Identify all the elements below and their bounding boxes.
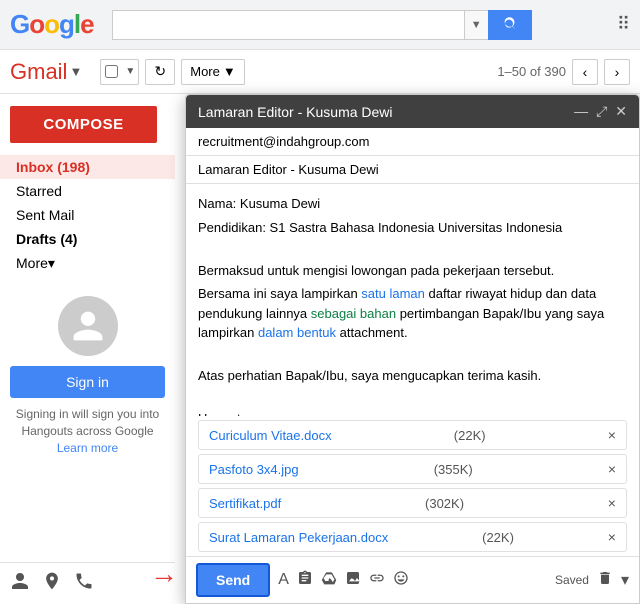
attachment-item-2: Pasfoto 3x4.jpg (355K) × xyxy=(198,454,627,484)
clipboard-icon[interactable] xyxy=(297,570,313,591)
more-button[interactable]: More ▼ xyxy=(181,59,245,85)
checkbox-dropdown[interactable]: ▼ xyxy=(100,59,139,85)
search-icon xyxy=(502,17,518,33)
learn-more-link[interactable]: Learn more xyxy=(57,441,118,455)
body-line1: Nama: Kusuma Dewi xyxy=(198,194,627,214)
more-options-icon[interactable]: ▾ xyxy=(621,570,629,590)
link2: sebagai bahan xyxy=(311,306,396,321)
attachment-name-3[interactable]: Sertifikat.pdf xyxy=(209,496,281,511)
gmail-label: Gmail ▼ xyxy=(10,59,82,85)
google-logo: Google xyxy=(10,9,94,40)
more-label: More xyxy=(190,64,220,79)
link-icon[interactable] xyxy=(369,570,385,591)
red-arrow: → xyxy=(150,558,178,590)
sent-label: Sent Mail xyxy=(16,207,74,223)
person-silhouette-icon xyxy=(70,308,106,344)
attachment-name-4[interactable]: Surat Lamaran Pekerjaan.docx xyxy=(209,530,388,545)
person-icon[interactable] xyxy=(10,571,30,596)
more-arrow-icon: ▼ xyxy=(223,64,236,79)
body-line2: Pendidikan: S1 Sastra Bahasa Indonesia U… xyxy=(198,218,627,238)
minimize-icon[interactable]: — xyxy=(574,103,588,120)
body-line9: Hormat saya, xyxy=(198,409,627,416)
attachment-item-4: Surat Lamaran Pekerjaan.docx (22K) × xyxy=(198,522,627,552)
starred-label: Starred xyxy=(16,183,62,199)
search-input[interactable] xyxy=(112,10,464,40)
phone-icon[interactable] xyxy=(74,571,94,596)
refresh-button[interactable]: ↻ xyxy=(145,59,175,85)
link3: dalam bentuk xyxy=(258,325,336,340)
compose-subject-field[interactable]: Lamaran Editor - Kusuma Dewi xyxy=(186,156,639,184)
attachment-size-4: (22K) xyxy=(482,530,514,545)
sidebar: COMPOSE Inbox (198) Starred Sent Mail Dr… xyxy=(0,94,175,604)
location-icon[interactable] xyxy=(42,571,62,596)
compose-popup: Lamaran Editor - Kusuma Dewi — ⤢ ✕ recru… xyxy=(185,94,640,604)
attachment-remove-3[interactable]: × xyxy=(608,495,616,511)
more-label: More▾ xyxy=(16,255,55,272)
link1: satu laman xyxy=(361,286,425,301)
compose-body[interactable]: Nama: Kusuma Dewi Pendidikan: S1 Sastra … xyxy=(186,184,639,416)
google-bar: Google ▼ ⠿ xyxy=(0,0,640,50)
attachment-size-2: (355K) xyxy=(434,462,473,477)
prev-page-button[interactable]: ‹ xyxy=(572,59,598,85)
saved-text: Saved xyxy=(555,573,589,587)
sign-in-description: Signing in will sign you intoHangouts ac… xyxy=(10,406,165,440)
pagination-text: 1–50 of 390 xyxy=(497,64,566,79)
compose-subject-value: Lamaran Editor - Kusuma Dewi xyxy=(198,162,379,177)
search-dropdown-button[interactable]: ▼ xyxy=(464,10,488,40)
gmail-text: Gmail xyxy=(10,59,67,85)
body-line7: Atas perhatian Bapak/Ibu, saya mengucapk… xyxy=(198,366,627,386)
next-page-button[interactable]: › xyxy=(604,59,630,85)
attachment-remove-4[interactable]: × xyxy=(608,529,616,545)
expand-icon[interactable]: ⤢ xyxy=(596,103,607,120)
avatar xyxy=(58,296,118,356)
checkbox-dropdown-arrow: ▼ xyxy=(122,66,138,77)
gmail-dropdown-arrow: ▼ xyxy=(69,64,82,79)
compose-window-title: Lamaran Editor - Kusuma Dewi xyxy=(198,104,393,120)
grid-icon[interactable]: ⠿ xyxy=(617,14,630,35)
sign-in-button[interactable]: Sign in xyxy=(10,366,165,398)
photo-icon[interactable] xyxy=(345,570,361,591)
sidebar-item-drafts[interactable]: Drafts (4) xyxy=(0,227,175,251)
body-line4: Bermaksud untuk mengisi lowongan pada pe… xyxy=(198,261,627,281)
attachment-remove-2[interactable]: × xyxy=(608,461,616,477)
format-text-icon[interactable]: A xyxy=(278,571,289,589)
main-content: COMPOSE Inbox (198) Starred Sent Mail Dr… xyxy=(0,94,640,604)
body-line5: Bersama ini saya lampirkan satu laman da… xyxy=(198,284,627,343)
attachment-name-1[interactable]: Curiculum Vitae.docx xyxy=(209,428,332,443)
attachment-remove-1[interactable]: × xyxy=(608,427,616,443)
attachments-list: Curiculum Vitae.docx (22K) × Pasfoto 3x4… xyxy=(186,416,639,556)
compose-header[interactable]: Lamaran Editor - Kusuma Dewi — ⤢ ✕ xyxy=(186,95,639,128)
compose-header-icons: — ⤢ ✕ xyxy=(574,103,627,120)
select-all-checkbox[interactable] xyxy=(105,65,118,78)
compose-footer: Send A Saved ▾ xyxy=(186,556,639,603)
attachment-size-3: (302K) xyxy=(425,496,464,511)
gmail-toolbar: Gmail ▼ ▼ ↻ More ▼ 1–50 of 390 ‹ › xyxy=(0,50,640,94)
pagination-info: 1–50 of 390 ‹ › xyxy=(497,59,630,85)
attachment-size-1: (22K) xyxy=(454,428,486,443)
attachment-item-1: Curiculum Vitae.docx (22K) × xyxy=(198,420,627,450)
sidebar-item-inbox[interactable]: Inbox (198) xyxy=(0,155,175,179)
drafts-label: Drafts (4) xyxy=(16,231,77,247)
compose-button[interactable]: COMPOSE xyxy=(10,106,157,143)
inbox-label: Inbox (198) xyxy=(16,159,90,175)
sidebar-item-sent[interactable]: Sent Mail xyxy=(0,203,175,227)
sign-in-area: Sign in Signing in will sign you intoHan… xyxy=(10,296,165,455)
sidebar-item-starred[interactable]: Starred xyxy=(0,179,175,203)
drive-icon[interactable] xyxy=(321,570,337,591)
bottom-bar xyxy=(0,562,175,604)
sidebar-item-more[interactable]: More▾ xyxy=(0,251,175,276)
send-button[interactable]: Send xyxy=(196,563,270,597)
emoji-icon[interactable] xyxy=(393,570,409,591)
compose-to-field[interactable]: recruitment@indahgroup.com xyxy=(186,128,639,156)
attachment-item-3: Sertifikat.pdf (302K) × xyxy=(198,488,627,518)
attachment-name-2[interactable]: Pasfoto 3x4.jpg xyxy=(209,462,299,477)
search-button[interactable] xyxy=(488,10,532,40)
delete-icon[interactable] xyxy=(597,570,613,591)
search-box-container: ▼ xyxy=(112,10,532,40)
compose-to-value: recruitment@indahgroup.com xyxy=(198,134,369,149)
close-icon[interactable]: ✕ xyxy=(615,103,627,120)
